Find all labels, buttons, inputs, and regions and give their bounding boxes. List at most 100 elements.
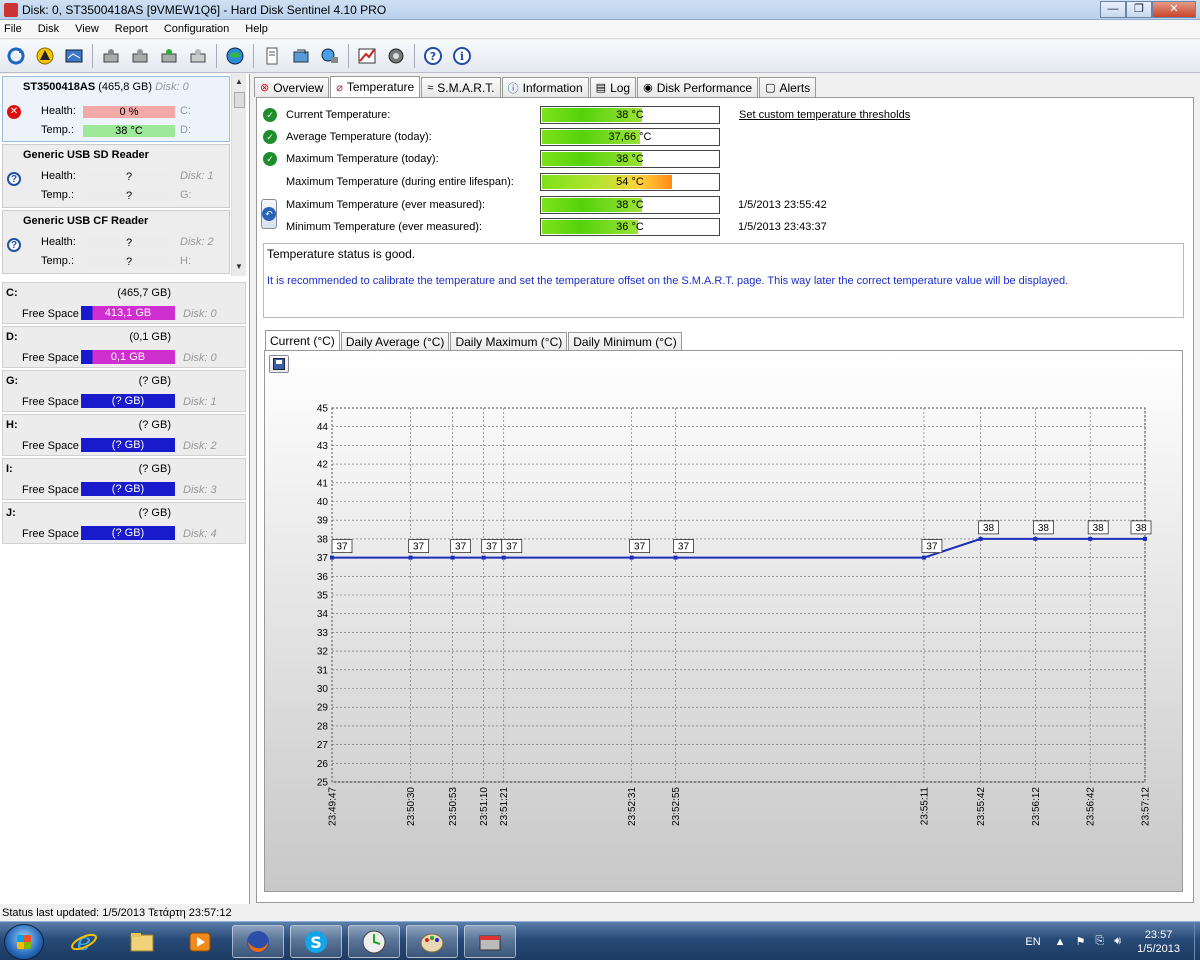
- repair-icon[interactable]: [288, 44, 313, 69]
- network-icon[interactable]: [317, 44, 342, 69]
- paint-icon[interactable]: [406, 925, 458, 958]
- minimize-button[interactable]: —: [1100, 1, 1126, 18]
- disk-card-1[interactable]: Generic USB SD Reader ? Health: ? Disk: …: [2, 144, 230, 208]
- chart-icon[interactable]: [354, 44, 379, 69]
- document-icon[interactable]: [259, 44, 284, 69]
- disk-card-0[interactable]: ST3500418AS (465,8 GB) Disk: 0 ✕ Health:…: [2, 76, 230, 142]
- help-icon[interactable]: ?: [420, 44, 445, 69]
- menu-help[interactable]: Help: [245, 23, 268, 35]
- temp-label: Temp.:: [41, 124, 75, 136]
- temperature-message-box: Temperature status is good. It is recomm…: [263, 243, 1184, 318]
- partition-size: (0,1 GB): [129, 331, 171, 343]
- save-icon[interactable]: [269, 355, 289, 373]
- back-button[interactable]: ↶: [261, 199, 277, 229]
- info-icon[interactable]: i: [449, 44, 474, 69]
- tab-overview[interactable]: ⊗ Overview: [254, 77, 330, 97]
- disk-4-icon[interactable]: [185, 44, 210, 69]
- y-tick-label: 27: [317, 740, 329, 751]
- tab-temperature[interactable]: ⌀ Temperature: [330, 76, 421, 97]
- tab-log[interactable]: ▤ Log: [589, 77, 637, 97]
- warning-icon[interactable]: [32, 44, 57, 69]
- y-tick-label: 33: [317, 628, 329, 639]
- y-tick-label: 34: [317, 609, 329, 620]
- network-tray-icon[interactable]: ⎘: [1095, 935, 1104, 948]
- partition-letter: J:: [6, 507, 16, 519]
- temp-bar: 54 °C: [540, 173, 720, 191]
- y-tick-label: 43: [317, 441, 329, 452]
- clock-app-icon[interactable]: [348, 925, 400, 958]
- temp-row-min-ever: Minimum Temperature (ever measured): 36 …: [257, 217, 1187, 237]
- tab-disk-performance[interactable]: ◉ Disk Performance: [637, 77, 759, 97]
- disk-name: ST3500418AS (465,8 GB) Disk: 0: [23, 81, 189, 93]
- chart-panel: 25 26 27 28 29 30 31 32 33 34 35 36 37 38 39 40 41 42 43 44…: [264, 350, 1183, 892]
- menu-file[interactable]: File: [4, 23, 22, 35]
- disk-list-scrollbar[interactable]: ▲ ▼: [231, 74, 246, 276]
- partition-d[interactable]: D: (0,1 GB) Free Space 0,1 GB Disk: 0: [2, 326, 246, 368]
- show-hidden-icons-icon[interactable]: ▲: [1055, 936, 1066, 948]
- menu-disk[interactable]: Disk: [38, 23, 59, 35]
- disk-3-icon[interactable]: [156, 44, 181, 69]
- disk-list: ST3500418AS (465,8 GB) Disk: 0 ✕ Health:…: [0, 74, 248, 276]
- partition-g[interactable]: G: (? GB) Free Space (? GB) Disk: 1: [2, 370, 246, 412]
- scroll-thumb[interactable]: [234, 92, 245, 108]
- firefox-icon[interactable]: [232, 925, 284, 958]
- scroll-down-icon[interactable]: ▼: [235, 262, 243, 271]
- toolbar: ? i: [0, 40, 1200, 73]
- refresh-icon[interactable]: [3, 44, 28, 69]
- tab-smart[interactable]: ≈ S.M.A.R.T.: [421, 77, 501, 97]
- temp-label: Temp.:: [41, 189, 75, 201]
- start-button[interactable]: [4, 924, 44, 960]
- tab-information[interactable]: ⓘ Information: [501, 77, 589, 97]
- temp-bar: 38 °C: [83, 125, 175, 137]
- menu-view[interactable]: View: [75, 23, 99, 35]
- flag-icon[interactable]: ⚑: [1076, 935, 1086, 948]
- partition-j[interactable]: J: (? GB) Free Space (? GB) Disk: 4: [2, 502, 246, 544]
- partition-i[interactable]: I: (? GB) Free Space (? GB) Disk: 3: [2, 458, 246, 500]
- data-label: 37: [413, 542, 425, 553]
- health-label: Health:: [41, 105, 76, 117]
- tab-label: Log: [610, 80, 631, 95]
- x-tick-label: 23:55:11: [919, 787, 930, 826]
- data-point: [921, 555, 926, 560]
- close-button[interactable]: ✕: [1152, 1, 1196, 18]
- disk-card-2[interactable]: Generic USB CF Reader ? Health: ? Disk: …: [2, 210, 230, 274]
- report-icon[interactable]: [61, 44, 86, 69]
- tab-daily-average[interactable]: Daily Average (°C): [340, 332, 450, 351]
- menu-configuration[interactable]: Configuration: [164, 23, 229, 35]
- partition-h[interactable]: H: (? GB) Free Space (? GB) Disk: 2: [2, 414, 246, 456]
- web-icon[interactable]: [222, 44, 247, 69]
- skype-icon[interactable]: S: [290, 925, 342, 958]
- partition-disk: Disk: 1: [183, 396, 217, 408]
- hard-disk-sentinel-icon[interactable]: [464, 925, 516, 958]
- internet-explorer-icon[interactable]: e: [58, 925, 110, 958]
- scroll-up-icon[interactable]: ▲: [235, 77, 243, 86]
- settings-icon[interactable]: [383, 44, 408, 69]
- language-indicator[interactable]: EN: [1025, 936, 1040, 948]
- menu-report[interactable]: Report: [115, 23, 148, 35]
- clock[interactable]: 23:57 1/5/2013: [1137, 928, 1180, 956]
- free-space-bar: (? GB): [81, 438, 175, 452]
- alerts-icon: ▢: [765, 82, 776, 94]
- volume-icon[interactable]: 🔊︎: [1114, 935, 1121, 948]
- error-icon: ⊗: [260, 82, 270, 94]
- disk-1-icon[interactable]: [98, 44, 123, 69]
- toolbar-separator: [414, 44, 415, 68]
- explorer-icon[interactable]: [116, 925, 168, 958]
- partition-c[interactable]: C: (465,7 GB) Free Space 413,1 GB Disk: …: [2, 282, 246, 324]
- disk-2-icon[interactable]: [127, 44, 152, 69]
- partition-size: (? GB): [138, 507, 171, 519]
- tab-alerts[interactable]: ▢ Alerts: [759, 77, 817, 97]
- custom-thresholds-link[interactable]: Set custom temperature thresholds: [739, 109, 910, 121]
- temp-label: Average Temperature (today):: [286, 131, 432, 143]
- x-tick-label: 23:50:53: [448, 787, 459, 826]
- tab-daily-minimum[interactable]: Daily Minimum (°C): [568, 332, 682, 351]
- media-player-icon[interactable]: [174, 925, 226, 958]
- show-desktop-button[interactable]: [1194, 922, 1200, 960]
- smart-icon: ≈: [427, 81, 434, 94]
- tab-current[interactable]: Current (°C): [265, 330, 340, 351]
- maximize-button[interactable]: ❐: [1126, 1, 1152, 18]
- tab-daily-maximum[interactable]: Daily Maximum (°C): [450, 332, 568, 351]
- check-icon: ✓: [263, 108, 277, 122]
- drive-letter: C:: [180, 105, 191, 117]
- temp-row-max-today: ✓ Maximum Temperature (today): 38 °C: [257, 149, 1187, 169]
